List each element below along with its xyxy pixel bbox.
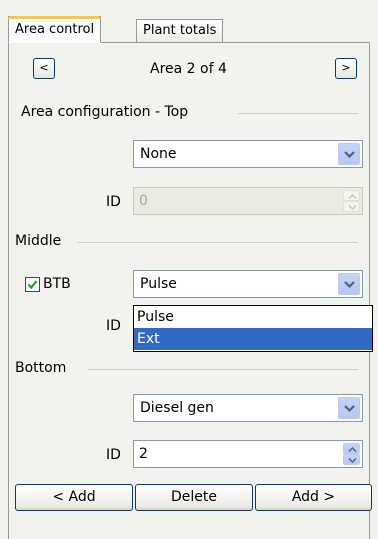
previous-area-button[interactable]: <	[33, 58, 55, 79]
previous-area-icon: <	[39, 61, 49, 74]
top-id-value: 0	[139, 193, 148, 209]
top-section-heading: Area configuration - Top	[21, 104, 189, 120]
bottom-id-spinbox[interactable]: 2	[133, 440, 363, 468]
tab-plant-totals-label: Plant totals	[143, 23, 217, 38]
spin-down-icon[interactable]	[343, 201, 360, 212]
add-after-button[interactable]: Add >	[255, 484, 372, 511]
bottom-type-select[interactable]: Diesel gen	[133, 394, 363, 422]
top-id-spinbox[interactable]: 0	[133, 187, 363, 215]
top-type-select[interactable]: None	[133, 140, 363, 168]
top-type-value: None	[140, 146, 177, 162]
bottom-id-label: ID	[106, 447, 121, 463]
bottom-type-value: Diesel gen	[140, 400, 214, 416]
spin-up-icon[interactable]	[343, 190, 360, 201]
chevron-down-icon[interactable]	[338, 397, 360, 419]
middle-type-value: Pulse	[140, 276, 177, 292]
dropdown-option-pulse[interactable]: Pulse	[134, 306, 372, 328]
tab-area-control[interactable]: Area control	[8, 16, 102, 43]
bottom-section-divider	[88, 369, 358, 370]
add-before-button[interactable]: < Add	[15, 484, 133, 511]
area-indicator: Area 2 of 4	[150, 61, 227, 77]
top-id-label: ID	[106, 194, 121, 210]
tab-plant-totals[interactable]: Plant totals	[136, 19, 224, 43]
middle-type-select[interactable]: Pulse	[133, 270, 363, 298]
next-area-button[interactable]: >	[335, 58, 357, 79]
top-section-divider	[238, 113, 358, 114]
btb-checkbox[interactable]	[25, 277, 40, 292]
chevron-down-icon[interactable]	[338, 273, 360, 295]
spin-down-icon[interactable]	[343, 454, 360, 465]
next-area-icon: >	[341, 61, 351, 74]
btb-checkbox-label[interactable]: BTB	[43, 276, 71, 292]
tab-area-control-label: Area control	[15, 22, 95, 37]
bottom-id-value: 2	[139, 446, 148, 462]
spin-up-icon[interactable]	[343, 443, 360, 454]
chevron-down-icon[interactable]	[338, 143, 360, 165]
dropdown-option-ext[interactable]: Ext	[134, 328, 372, 350]
middle-section-divider	[77, 242, 358, 243]
middle-id-label: ID	[106, 318, 121, 334]
delete-button[interactable]: Delete	[135, 484, 253, 511]
bottom-section-heading: Bottom	[15, 360, 67, 376]
middle-section-heading: Middle	[15, 233, 62, 249]
middle-type-dropdown-list: Pulse Ext	[133, 305, 373, 352]
